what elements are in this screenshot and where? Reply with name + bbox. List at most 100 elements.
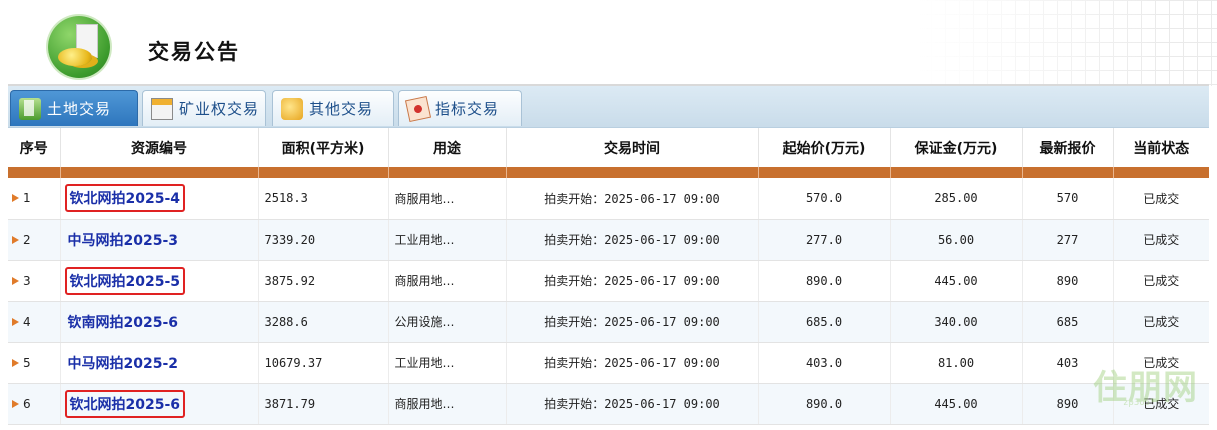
use-cell: 商服用地…: [388, 260, 507, 302]
row-index: 3: [23, 273, 31, 288]
area-cell: 3871.79: [258, 383, 389, 425]
table-row[interactable]: 2 中马网拍2025-3 7339.20 工业用地… 拍卖开始：2025-06-17 0…: [8, 219, 1209, 261]
deposit-cell: 340.00: [890, 301, 1023, 343]
col-header-area: 面积(平方米): [258, 128, 389, 167]
latest-price-cell: 890: [1022, 260, 1114, 302]
deposit-cell: 56.00: [890, 219, 1023, 261]
deposit-cell: 445.00: [890, 383, 1023, 425]
col-header-latest: 最新报价: [1022, 128, 1114, 167]
table-row[interactable]: 4 钦南网拍2025-6 3288.6 公用设施… 拍卖开始：2025-06-17 09…: [8, 301, 1209, 343]
trade-type-tabs: 土地交易 矿业权交易 其他交易 指标交易: [8, 86, 1209, 128]
quota-trade-icon: [404, 95, 432, 122]
resource-code-link[interactable]: 中马网拍2025-2: [65, 351, 182, 375]
area-cell: 3288.6: [258, 301, 389, 343]
trade-time-cell: 拍卖开始：2025-06-17 09:00: [506, 383, 759, 425]
row-arrow-icon: [12, 399, 19, 408]
table-row[interactable]: 1 钦北网拍2025-4 2518.3 商服用地… 拍卖开始：2025-06-17 09…: [8, 178, 1209, 220]
row-arrow-icon: [12, 317, 19, 326]
resource-code-cell: 钦北网拍2025-6: [60, 383, 259, 425]
latest-price-cell: 685: [1022, 301, 1114, 343]
col-header-start-price: 起始价(万元): [758, 128, 891, 167]
start-price-cell: 277.0: [758, 219, 891, 261]
row-arrow-icon: [12, 358, 19, 367]
tab-label: 指标交易: [435, 100, 500, 118]
start-price-cell: 403.0: [758, 342, 891, 384]
area-cell: 7339.20: [258, 219, 389, 261]
resource-code-cell: 中马网拍2025-3: [60, 219, 259, 261]
row-index: 4: [23, 314, 31, 329]
row-index: 2: [23, 232, 31, 247]
resource-code-link[interactable]: 钦南网拍2025-6: [65, 310, 182, 334]
use-cell: 工业用地…: [388, 219, 507, 261]
start-price-cell: 890.0: [758, 383, 891, 425]
start-price-cell: 685.0: [758, 301, 891, 343]
table-row[interactable]: 3 钦北网拍2025-5 3875.92 商服用地… 拍卖开始：2025-06-17 0…: [8, 260, 1209, 302]
status-cell: 已成交: [1113, 301, 1209, 343]
row-index-cell: 4: [8, 301, 61, 343]
trade-time-cell: 拍卖开始：2025-06-17 09:00: [506, 342, 759, 384]
tab-land-trade[interactable]: 土地交易: [10, 90, 138, 126]
latest-price-cell: 277: [1022, 219, 1114, 261]
col-header-code: 资源编号: [60, 128, 259, 167]
use-cell: 公用设施…: [388, 301, 507, 343]
resource-code-link[interactable]: 中马网拍2025-3: [65, 228, 182, 252]
status-cell: 已成交: [1113, 178, 1209, 220]
tab-label: 其他交易: [309, 100, 374, 118]
resource-code-cell: 中马网拍2025-2: [60, 342, 259, 384]
resource-code-link[interactable]: 钦北网拍2025-4: [64, 184, 186, 213]
site-watermark: 住朋网 zp365: [1063, 360, 1203, 410]
trade-logo-icon: [48, 16, 110, 78]
other-trade-icon: [281, 97, 303, 120]
tab-quota-trade[interactable]: 指标交易: [398, 90, 522, 126]
row-arrow-icon: [12, 194, 19, 203]
trade-time-cell: 拍卖开始：2025-06-17 09:00: [506, 219, 759, 261]
row-index: 6: [23, 396, 31, 411]
tab-other-trade[interactable]: 其他交易: [272, 90, 394, 126]
trade-time-cell: 拍卖开始：2025-06-17 09:00: [506, 301, 759, 343]
area-cell: 10679.37: [258, 342, 389, 384]
resource-code-link[interactable]: 钦北网拍2025-6: [64, 389, 186, 418]
trade-time-cell: 拍卖开始：2025-06-17 09:00: [506, 178, 759, 220]
status-cell: 已成交: [1113, 260, 1209, 302]
table-row[interactable]: 5 中马网拍2025-2 10679.37 工业用地… 拍卖开始：2025-06-17 …: [8, 342, 1209, 384]
row-index: 1: [23, 191, 31, 206]
page-header: 交易公告: [0, 0, 1217, 86]
start-price-cell: 570.0: [758, 178, 891, 220]
col-header-use: 用途: [388, 128, 507, 167]
row-arrow-icon: [12, 235, 19, 244]
area-cell: 3875.92: [258, 260, 389, 302]
tab-label: 矿业权交易: [179, 100, 260, 118]
row-index-cell: 3: [8, 260, 61, 302]
resource-code-cell: 钦南网拍2025-6: [60, 301, 259, 343]
resource-code-cell: 钦北网拍2025-5: [60, 260, 259, 302]
announcement-table: 序号 资源编号 面积(平方米) 用途 交易时间 起始价(万元) 保证金(万元) …: [8, 128, 1209, 425]
use-cell: 商服用地…: [388, 383, 507, 425]
mining-right-icon: [151, 97, 173, 120]
deposit-cell: 445.00: [890, 260, 1023, 302]
deposit-cell: 81.00: [890, 342, 1023, 384]
start-price-cell: 890.0: [758, 260, 891, 302]
row-index-cell: 1: [8, 178, 61, 220]
area-cell: 2518.3: [258, 178, 389, 220]
use-cell: 商服用地…: [388, 178, 507, 220]
decorative-grid: [917, 0, 1217, 86]
tab-mining-right-trade[interactable]: 矿业权交易: [142, 90, 266, 126]
latest-price-cell: 570: [1022, 178, 1114, 220]
table-header-row: 序号 资源编号 面积(平方米) 用途 交易时间 起始价(万元) 保证金(万元) …: [8, 128, 1209, 167]
deposit-cell: 285.00: [890, 178, 1023, 220]
header-stripe: [8, 167, 1209, 178]
trade-time-cell: 拍卖开始：2025-06-17 09:00: [506, 260, 759, 302]
row-index-cell: 6: [8, 383, 61, 425]
page-title: 交易公告: [148, 40, 240, 64]
use-cell: 工业用地…: [388, 342, 507, 384]
resource-code-link[interactable]: 钦北网拍2025-5: [64, 266, 186, 295]
resource-code-cell: 钦北网拍2025-4: [60, 178, 259, 220]
row-index-cell: 2: [8, 219, 61, 261]
watermark-sub: zp365: [1123, 398, 1151, 408]
row-index-cell: 5: [8, 342, 61, 384]
col-header-time: 交易时间: [506, 128, 759, 167]
row-arrow-icon: [12, 276, 19, 285]
col-header-index: 序号: [8, 128, 61, 167]
row-index: 5: [23, 355, 31, 370]
table-row[interactable]: 6 钦北网拍2025-6 3871.79 商服用地… 拍卖开始：2025-06-17 0…: [8, 383, 1209, 425]
